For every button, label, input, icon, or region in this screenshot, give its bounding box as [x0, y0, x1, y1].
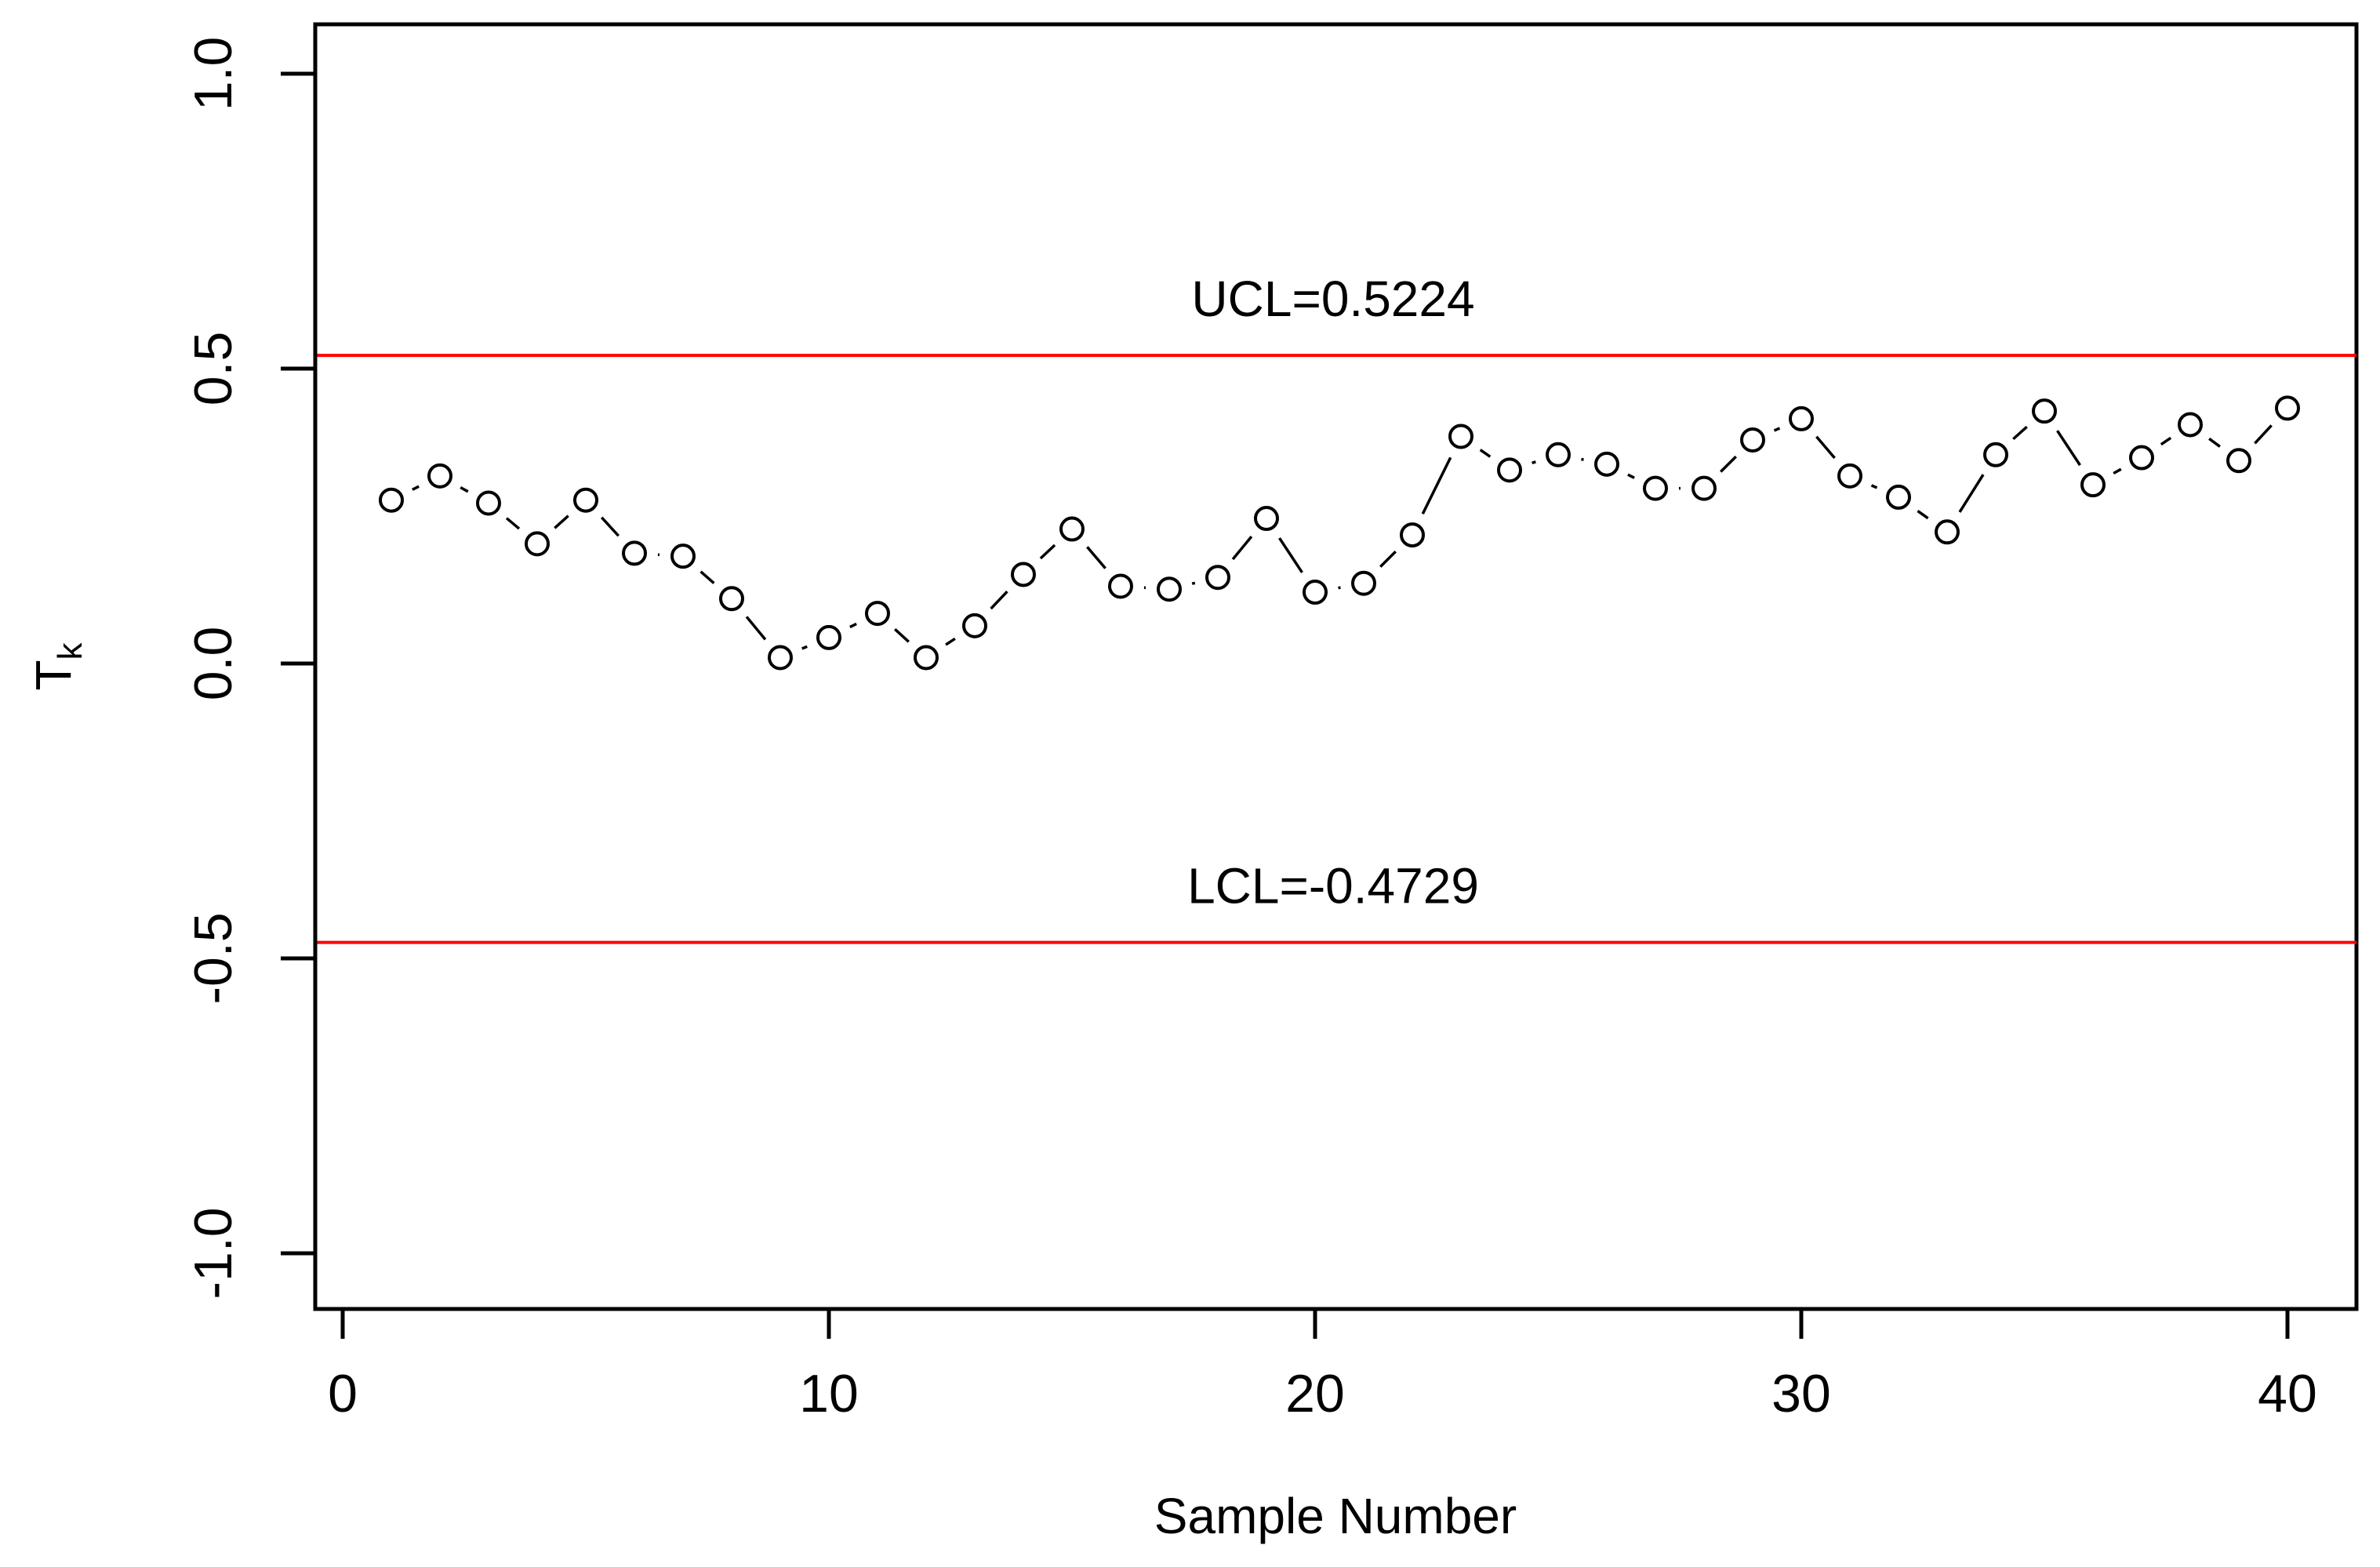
series-segment — [600, 516, 620, 537]
y-axis-title-subscript: k — [51, 642, 89, 660]
data-point — [476, 490, 501, 516]
data-point — [2275, 395, 2300, 421]
data-point — [2226, 448, 2251, 474]
y-axis-title-main: T — [25, 660, 82, 690]
data-point — [1546, 442, 1571, 467]
data-point — [1691, 475, 1717, 501]
y-tick-label: -0.5 — [183, 912, 243, 1004]
data-point — [379, 487, 404, 513]
series-segment — [1379, 550, 1397, 568]
series-segment — [1532, 460, 1536, 464]
data-point — [1983, 442, 2008, 467]
ucl-label: UCL=0.5224 — [1191, 271, 1474, 327]
data-point — [1400, 522, 1425, 548]
data-point — [1740, 427, 1765, 453]
series-segment — [849, 622, 857, 629]
series-segment — [2113, 467, 2122, 475]
series-segment — [801, 645, 808, 650]
data-point — [1448, 424, 1473, 449]
y-tick-label: 0.0 — [183, 627, 243, 701]
series-segment — [990, 591, 1008, 610]
series-segment — [2012, 425, 2028, 441]
data-point — [768, 645, 793, 671]
data-point — [622, 540, 647, 566]
data-point — [962, 613, 987, 638]
series-segment — [699, 570, 715, 584]
series-segment — [2254, 424, 2273, 445]
control-chart: UCL=0.5224 LCL=-0.4729 0 10 20 30 40 -1.0 -0.5… — [25, 22, 2359, 1544]
data-point — [1497, 457, 1522, 483]
series-segment — [1958, 474, 1985, 513]
data-point — [670, 544, 696, 569]
series-segment — [1627, 473, 1635, 479]
data-point — [1011, 562, 1036, 587]
data-point — [2178, 412, 2203, 438]
data-series — [379, 395, 2300, 671]
series-segment — [1720, 455, 1737, 473]
y-axis: -1.0 -0.5 0.0 0.5 1.0 — [183, 37, 318, 1300]
data-point — [2080, 472, 2106, 498]
plot-frame — [313, 22, 2359, 1311]
data-point — [914, 645, 939, 671]
data-point — [1886, 484, 1911, 510]
data-point — [865, 601, 890, 627]
series-segment — [2056, 430, 2081, 467]
series-segment — [1421, 456, 1452, 514]
data-point — [1108, 573, 1133, 599]
series-segment — [894, 627, 910, 643]
series-segment — [1917, 509, 1929, 520]
series-segment — [2208, 437, 2221, 448]
x-tick-label: 40 — [2258, 1364, 2317, 1423]
series-segment — [945, 637, 956, 646]
data-point — [1254, 506, 1279, 532]
data-point — [2129, 445, 2154, 471]
series-segment — [460, 485, 469, 493]
x-axis: 0 10 20 30 40 — [328, 1307, 2317, 1423]
data-point — [1205, 565, 1230, 591]
data-point — [719, 586, 744, 612]
data-point — [1059, 516, 1085, 542]
data-point — [1594, 451, 1619, 477]
x-tick-label: 20 — [1285, 1364, 1345, 1423]
data-point — [525, 531, 550, 557]
series-segment — [1338, 586, 1341, 590]
data-point — [1789, 405, 1814, 431]
data-point — [2032, 398, 2057, 424]
data-point — [1351, 570, 1376, 596]
data-point — [573, 487, 598, 513]
series-segment — [1231, 536, 1253, 561]
series-segment — [1278, 537, 1303, 573]
y-tick-label: -1.0 — [183, 1207, 243, 1299]
series-segment — [505, 517, 521, 530]
series-segment — [1773, 427, 1781, 432]
y-tick-label: 1.0 — [183, 37, 243, 111]
data-point — [1303, 580, 1328, 605]
data-point — [816, 624, 841, 650]
x-tick-label: 0 — [328, 1364, 358, 1423]
series-segment — [1870, 484, 1878, 489]
x-axis-title: Sample Number — [1154, 1488, 1517, 1544]
series-segment — [2160, 436, 2172, 446]
data-point — [1837, 463, 1862, 489]
series-segment — [1815, 435, 1836, 460]
series-segment — [1479, 449, 1492, 458]
y-axis-title: Tk — [25, 642, 89, 690]
series-segment — [1039, 544, 1056, 560]
series-segment — [1086, 546, 1106, 569]
control-limits: UCL=0.5224 LCL=-0.4729 — [315, 271, 2356, 944]
data-point — [1935, 519, 1960, 545]
series-segment — [1191, 581, 1196, 585]
series-segment — [554, 514, 569, 529]
data-point — [427, 463, 452, 489]
y-tick-label: 0.5 — [183, 332, 243, 406]
data-point — [1157, 576, 1182, 602]
data-point — [1643, 475, 1668, 501]
series-segment — [745, 616, 767, 641]
x-tick-label: 10 — [799, 1364, 859, 1423]
lcl-label: LCL=-0.4729 — [1187, 858, 1479, 914]
x-tick-label: 30 — [1771, 1364, 1831, 1423]
series-segment — [412, 485, 420, 491]
